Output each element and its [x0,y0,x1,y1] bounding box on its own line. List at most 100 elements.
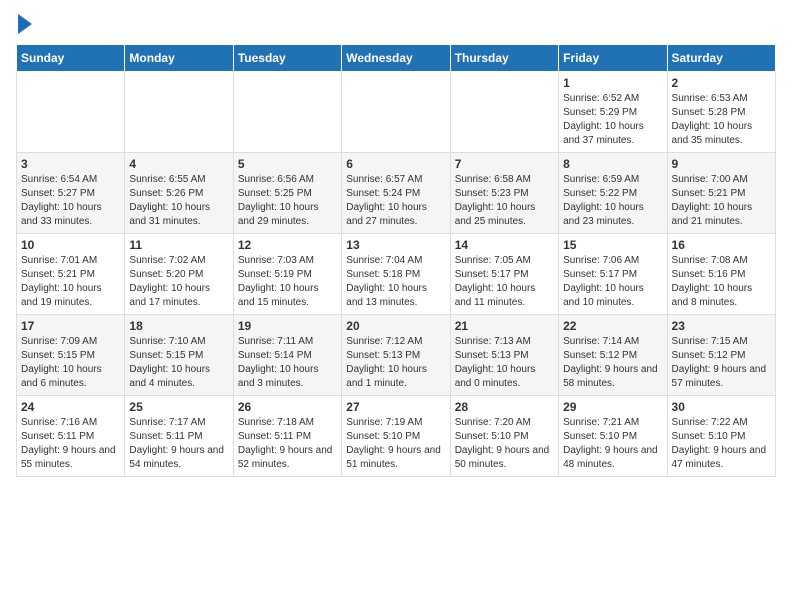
day-number: 19 [238,319,337,333]
day-info: Sunrise: 7:11 AM Sunset: 5:14 PM Dayligh… [238,335,337,391]
calendar-header-row: SundayMondayTuesdayWednesdayThursdayFrid… [17,45,776,72]
calendar-cell: 4 Sunrise: 6:55 AM Sunset: 5:26 PM Daylig… [125,153,233,234]
calendar-cell: 20 Sunrise: 7:12 AM Sunset: 5:13 PM Dayli… [342,315,450,396]
calendar-cell: 9 Sunrise: 7:00 AM Sunset: 5:21 PM Daylig… [667,153,775,234]
day-number: 17 [21,319,120,333]
day-number: 3 [21,157,120,171]
day-number: 13 [346,238,445,252]
logo-arrow-icon [18,14,32,34]
calendar-cell: 5Sunrise: 6:56 AM Sunset: 5:25 PM Daylig… [233,153,341,234]
day-info: Sunrise: 7:17 AM Sunset: 5:11 PM Dayligh… [129,416,228,472]
calendar-cell [450,72,558,153]
day-info: Sunrise: 6:54 AM Sunset: 5:27 PM Dayligh… [21,173,120,229]
calendar-cell: 30Sunrise: 7:22 AM Sunset: 5:10 PM Dayli… [667,396,775,477]
day-info: Sunrise: 7:01 AM Sunset: 5:21 PM Dayligh… [21,254,120,310]
day-info: Sunrise: 6:57 AM Sunset: 5:24 PM Dayligh… [346,173,445,229]
calendar-cell: 26 Sunrise: 7:18 AM Sunset: 5:11 PM Dayli… [233,396,341,477]
calendar-cell: 3 Sunrise: 6:54 AM Sunset: 5:27 PM Daylig… [17,153,125,234]
calendar-cell: 2 Sunrise: 6:53 AM Sunset: 5:28 PM Daylig… [667,72,775,153]
calendar-cell: 17 Sunrise: 7:09 AM Sunset: 5:15 PM Dayli… [17,315,125,396]
day-number: 16 [672,238,771,252]
calendar-cell: 23 Sunrise: 7:15 AM Sunset: 5:12 PM Dayli… [667,315,775,396]
weekday-header-sunday: Sunday [17,45,125,72]
day-number: 15 [563,238,662,252]
day-info: Sunrise: 7:03 AM Sunset: 5:19 PM Dayligh… [238,254,337,310]
day-number: 18 [129,319,228,333]
day-info: Sunrise: 7:14 AM Sunset: 5:12 PM Dayligh… [563,335,662,391]
day-info: Sunrise: 6:55 AM Sunset: 5:26 PM Dayligh… [129,173,228,229]
day-number: 22 [563,319,662,333]
calendar-body: 1 Sunrise: 6:52 AM Sunset: 5:29 PM Daylig… [17,72,776,477]
day-number: 25 [129,400,228,414]
calendar-cell [233,72,341,153]
calendar-cell: 1 Sunrise: 6:52 AM Sunset: 5:29 PM Daylig… [559,72,667,153]
calendar-cell: 25 Sunrise: 7:17 AM Sunset: 5:11 PM Dayli… [125,396,233,477]
day-info: Sunrise: 7:09 AM Sunset: 5:15 PM Dayligh… [21,335,120,391]
calendar-cell: 8 Sunrise: 6:59 AM Sunset: 5:22 PM Daylig… [559,153,667,234]
day-info: Sunrise: 6:58 AM Sunset: 5:23 PM Dayligh… [455,173,554,229]
calendar-week-row: 1 Sunrise: 6:52 AM Sunset: 5:29 PM Daylig… [17,72,776,153]
weekday-header-wednesday: Wednesday [342,45,450,72]
day-number: 23 [672,319,771,333]
day-info: Sunrise: 7:20 AM Sunset: 5:10 PM Dayligh… [455,416,554,472]
calendar-cell: 14Sunrise: 7:05 AM Sunset: 5:17 PM Dayli… [450,234,558,315]
day-info: Sunrise: 7:16 AM Sunset: 5:11 PM Dayligh… [21,416,120,472]
calendar-cell: 22 Sunrise: 7:14 AM Sunset: 5:12 PM Dayli… [559,315,667,396]
day-info: Sunrise: 7:21 AM Sunset: 5:10 PM Dayligh… [563,416,662,472]
calendar-cell: 12Sunrise: 7:03 AM Sunset: 5:19 PM Dayli… [233,234,341,315]
weekday-header-saturday: Saturday [667,45,775,72]
day-number: 24 [21,400,120,414]
calendar-cell: 16 Sunrise: 7:08 AM Sunset: 5:16 PM Dayli… [667,234,775,315]
calendar-week-row: 3 Sunrise: 6:54 AM Sunset: 5:27 PM Daylig… [17,153,776,234]
day-number: 26 [238,400,337,414]
calendar-cell: 19 Sunrise: 7:11 AM Sunset: 5:14 PM Dayli… [233,315,341,396]
day-info: Sunrise: 7:19 AM Sunset: 5:10 PM Dayligh… [346,416,445,472]
day-number: 27 [346,400,445,414]
day-number: 7 [455,157,554,171]
calendar-week-row: 17 Sunrise: 7:09 AM Sunset: 5:15 PM Dayli… [17,315,776,396]
day-number: 8 [563,157,662,171]
calendar-cell: 24 Sunrise: 7:16 AM Sunset: 5:11 PM Dayli… [17,396,125,477]
day-number: 10 [21,238,120,252]
calendar-cell: 27 Sunrise: 7:19 AM Sunset: 5:10 PM Dayli… [342,396,450,477]
day-number: 9 [672,157,771,171]
calendar-cell: 13 Sunrise: 7:04 AM Sunset: 5:18 PM Dayli… [342,234,450,315]
calendar-cell: 18 Sunrise: 7:10 AM Sunset: 5:15 PM Dayli… [125,315,233,396]
day-info: Sunrise: 7:22 AM Sunset: 5:10 PM Dayligh… [672,416,771,472]
day-info: Sunrise: 6:53 AM Sunset: 5:28 PM Dayligh… [672,92,771,148]
day-number: 28 [455,400,554,414]
calendar-week-row: 10 Sunrise: 7:01 AM Sunset: 5:21 PM Dayli… [17,234,776,315]
day-info: Sunrise: 7:10 AM Sunset: 5:15 PM Dayligh… [129,335,228,391]
day-number: 2 [672,76,771,90]
day-number: 4 [129,157,228,171]
day-number: 1 [563,76,662,90]
weekday-header-monday: Monday [125,45,233,72]
day-info: Sunrise: 6:52 AM Sunset: 5:29 PM Dayligh… [563,92,662,148]
calendar-cell [17,72,125,153]
day-info: Sunrise: 7:04 AM Sunset: 5:18 PM Dayligh… [346,254,445,310]
day-number: 6 [346,157,445,171]
calendar-cell: 6 Sunrise: 6:57 AM Sunset: 5:24 PM Daylig… [342,153,450,234]
day-number: 5 [238,157,337,171]
day-info: Sunrise: 7:00 AM Sunset: 5:21 PM Dayligh… [672,173,771,229]
calendar-cell: 11Sunrise: 7:02 AM Sunset: 5:20 PM Dayli… [125,234,233,315]
calendar-cell: 21Sunrise: 7:13 AM Sunset: 5:13 PM Dayli… [450,315,558,396]
calendar-cell [342,72,450,153]
calendar-cell [125,72,233,153]
day-info: Sunrise: 7:02 AM Sunset: 5:20 PM Dayligh… [129,254,228,310]
day-number: 20 [346,319,445,333]
day-info: Sunrise: 7:15 AM Sunset: 5:12 PM Dayligh… [672,335,771,391]
day-info: Sunrise: 7:08 AM Sunset: 5:16 PM Dayligh… [672,254,771,310]
calendar-cell: 15 Sunrise: 7:06 AM Sunset: 5:17 PM Dayli… [559,234,667,315]
calendar-cell: 10 Sunrise: 7:01 AM Sunset: 5:21 PM Dayli… [17,234,125,315]
calendar-cell: 29Sunrise: 7:21 AM Sunset: 5:10 PM Dayli… [559,396,667,477]
logo [16,16,32,34]
day-info: Sunrise: 7:18 AM Sunset: 5:11 PM Dayligh… [238,416,337,472]
weekday-header-friday: Friday [559,45,667,72]
day-info: Sunrise: 7:05 AM Sunset: 5:17 PM Dayligh… [455,254,554,310]
weekday-header-thursday: Thursday [450,45,558,72]
calendar-table: SundayMondayTuesdayWednesdayThursdayFrid… [16,44,776,477]
day-info: Sunrise: 7:06 AM Sunset: 5:17 PM Dayligh… [563,254,662,310]
day-info: Sunrise: 6:59 AM Sunset: 5:22 PM Dayligh… [563,173,662,229]
day-info: Sunrise: 7:12 AM Sunset: 5:13 PM Dayligh… [346,335,445,391]
